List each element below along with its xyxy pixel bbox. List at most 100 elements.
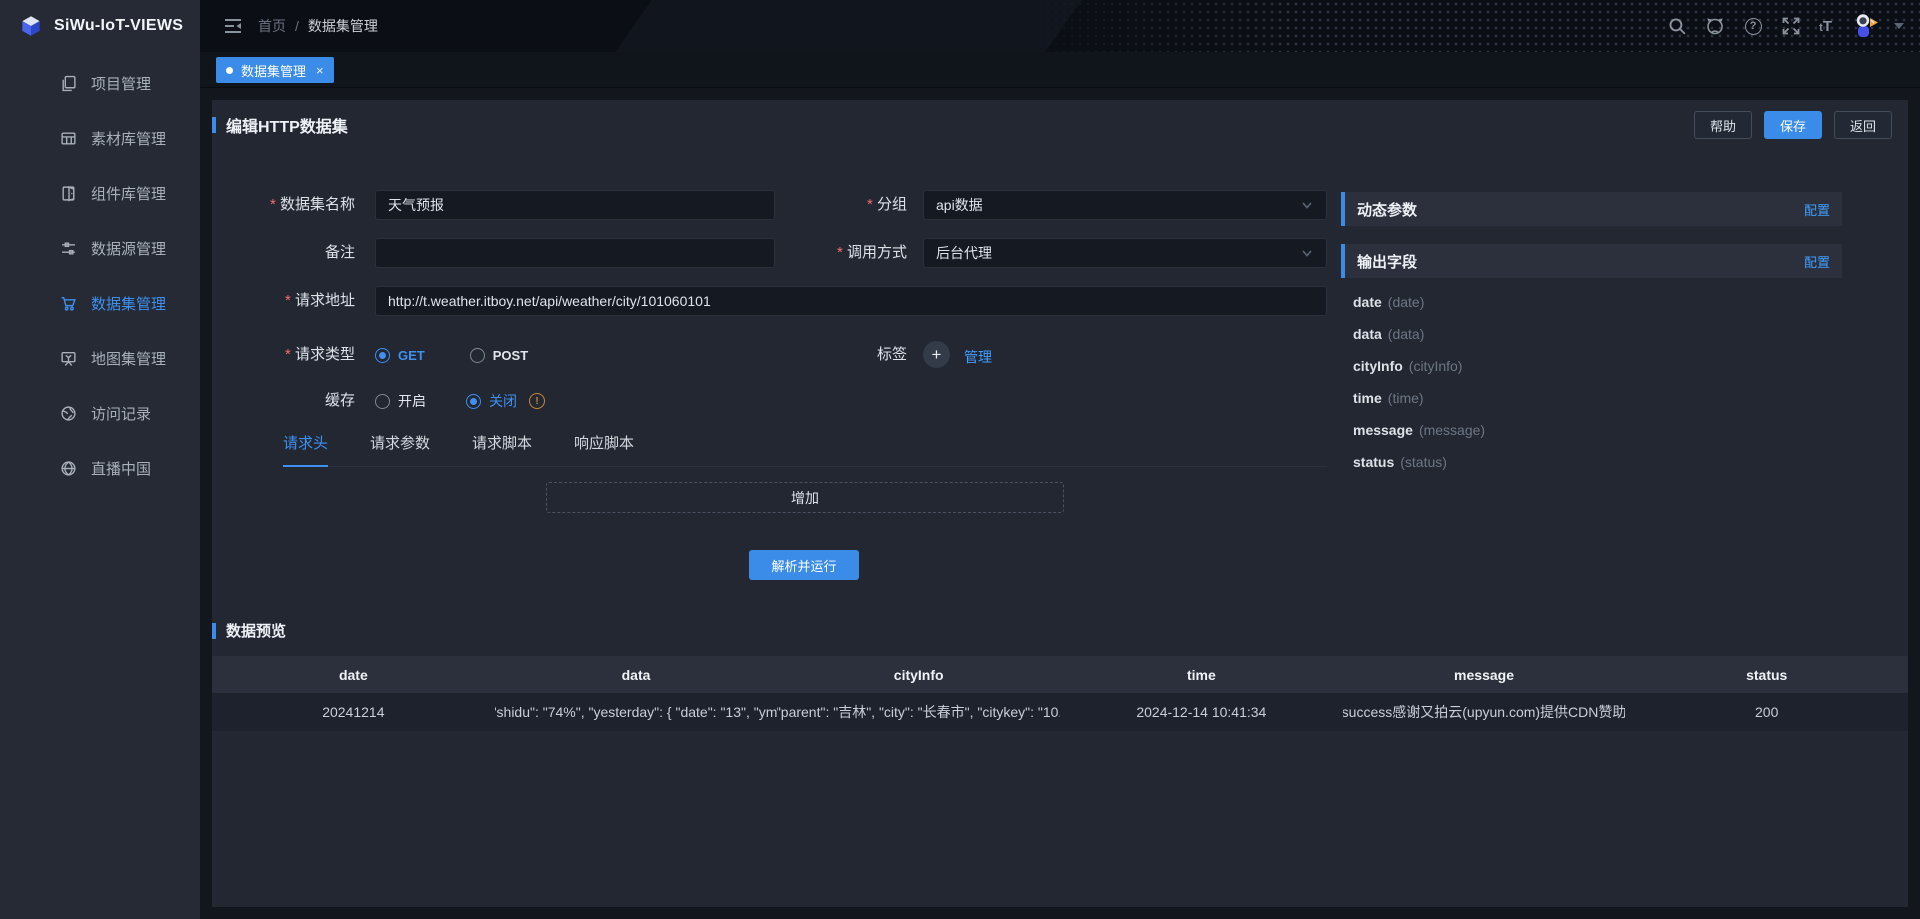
close-icon[interactable]: × [316, 63, 324, 78]
top-header: 首页 / 数据集管理 ? tT [200, 0, 1920, 52]
app-title: SiWu-IoT-VIEWS [54, 17, 183, 35]
configure-dynamic-params-link[interactable]: 配置 [1804, 200, 1830, 219]
radio-get-label[interactable]: GET [398, 348, 425, 363]
header-toolbar: ? tT [1667, 0, 1904, 52]
breadcrumb-home[interactable]: 首页 [258, 16, 286, 36]
panel-title-row: 编辑HTTP数据集 帮助 保存 返回 [212, 110, 1892, 140]
page-tabbar: 数据集管理 × [200, 52, 1920, 88]
cell-status: 200 [1625, 693, 1908, 731]
sidebar-item-component[interactable]: 组件库管理 [0, 166, 200, 221]
save-button[interactable]: 保存 [1764, 111, 1822, 139]
sidebar-menu: 项目管理 素材库管理 组件库管理 数据源管理 数据集管理 地图集管理 [0, 52, 200, 496]
tab-request-script[interactable]: 请求脚本 [472, 432, 532, 467]
atlas-icon [60, 350, 77, 367]
table-row: 20241214 { "shidu": "74%", "yesterday": … [212, 693, 1908, 731]
cell-date: 20241214 [212, 693, 495, 731]
column-header: data [495, 656, 778, 693]
radio-cache-on-label[interactable]: 开启 [398, 391, 426, 411]
radio-cache-off[interactable] [466, 394, 481, 409]
panel-actions: 帮助 保存 返回 [1694, 111, 1892, 139]
sidebar-item-live[interactable]: 直播中国 [0, 441, 200, 496]
request-url-label: 请求地址 [212, 286, 355, 316]
radio-post-label[interactable]: POST [493, 348, 528, 363]
sidebar-item-atlas[interactable]: 地图集管理 [0, 331, 200, 386]
dataset-icon [60, 295, 77, 312]
request-type-radio-group: GET POST [375, 340, 528, 370]
edit-http-dataset-panel: 编辑HTTP数据集 帮助 保存 返回 数据集名称 分组 api数据 备注 调用方… [212, 100, 1908, 907]
menu-fold-icon[interactable] [222, 15, 244, 37]
remark-label: 备注 [212, 238, 355, 268]
invoke-method-label: 调用方式 [752, 238, 907, 268]
tab-request-headers[interactable]: 请求头 [283, 432, 328, 467]
font-size-icon[interactable]: tT [1819, 18, 1832, 35]
chevron-down-icon [1300, 198, 1314, 212]
output-field-row: time (time) [1353, 382, 1833, 414]
configure-output-fields-link[interactable]: 配置 [1804, 252, 1830, 271]
search-icon[interactable] [1667, 16, 1687, 36]
app-logo[interactable]: SiWu-IoT-VIEWS [0, 0, 200, 52]
output-field-row: date (date) [1353, 286, 1833, 318]
remark-input[interactable] [375, 238, 775, 268]
parse-and-run-button[interactable]: 解析并运行 [749, 550, 859, 580]
active-tab-dot-icon [226, 67, 233, 74]
cell-time: 2024-12-14 10:41:34 [1060, 693, 1343, 731]
breadcrumb-current: 数据集管理 [308, 16, 378, 36]
group-select[interactable]: api数据 [923, 190, 1327, 220]
dynamic-params-header: 动态参数 配置 [1341, 192, 1842, 226]
fullscreen-icon[interactable] [1781, 16, 1801, 36]
title-accent-bar [212, 117, 216, 133]
radio-post[interactable] [470, 348, 485, 363]
tab-request-params[interactable]: 请求参数 [370, 432, 430, 467]
sidebar-item-project[interactable]: 项目管理 [0, 56, 200, 111]
request-url-input[interactable] [375, 286, 1327, 316]
cache-label: 缓存 [212, 386, 355, 416]
main-content: 编辑HTTP数据集 帮助 保存 返回 数据集名称 分组 api数据 备注 调用方… [200, 88, 1920, 919]
output-field-row: data (data) [1353, 318, 1833, 350]
cell-data: { "shidu": "74%", "yesterday": { "date":… [495, 693, 778, 731]
cache-warning-icon: ! [529, 393, 545, 409]
data-preview-title-row: 数据预览 [212, 620, 286, 641]
back-button[interactable]: 返回 [1834, 111, 1892, 139]
help-icon[interactable]: ? [1743, 16, 1763, 36]
sidebar: SiWu-IoT-VIEWS 项目管理 素材库管理 组件库管理 数据源管理 数 [0, 0, 200, 919]
visit-globe-icon [60, 405, 77, 422]
tab-dataset-management[interactable]: 数据集管理 × [216, 57, 334, 83]
caret-down-icon[interactable] [1894, 23, 1904, 29]
manage-tags-link[interactable]: 管理 [964, 347, 992, 367]
sidebar-item-dataset[interactable]: 数据集管理 [0, 276, 200, 331]
output-field-row: cityInfo (cityInfo) [1353, 350, 1833, 382]
tab-response-script[interactable]: 响应脚本 [574, 432, 634, 467]
column-header: time [1060, 656, 1343, 693]
header-deco-band [598, 0, 1091, 52]
column-header: message [1343, 656, 1626, 693]
request-type-label: 请求类型 [212, 340, 355, 370]
section-accent-bar [1341, 192, 1345, 226]
output-fields-header: 输出字段 配置 [1341, 244, 1842, 278]
github-icon[interactable] [1705, 16, 1725, 36]
add-header-button[interactable]: 增加 [546, 482, 1064, 513]
invoke-method-select[interactable]: 后台代理 [923, 238, 1327, 268]
cube-logo-icon [18, 13, 44, 39]
help-button[interactable]: 帮助 [1694, 111, 1752, 139]
project-icon [60, 75, 77, 92]
section-accent-bar [1341, 244, 1345, 278]
avatar[interactable] [1850, 11, 1880, 41]
request-tabs: 请求头 请求参数 请求脚本 响应脚本 [283, 432, 1327, 467]
add-tag-button[interactable]: + [923, 341, 950, 368]
sidebar-item-datasource[interactable]: 数据源管理 [0, 221, 200, 276]
cell-cityinfo: { "parent": "吉林", "city": "长春市", "cityke… [777, 693, 1060, 731]
radio-cache-off-label[interactable]: 关闭 [489, 391, 517, 411]
radio-cache-on[interactable] [375, 394, 390, 409]
cache-radio-group: 开启 关闭 ! [375, 386, 545, 416]
sidebar-item-material[interactable]: 素材库管理 [0, 111, 200, 166]
radio-get[interactable] [375, 348, 390, 363]
output-field-row: message (message) [1353, 414, 1833, 446]
breadcrumb: 首页 / 数据集管理 [258, 0, 378, 52]
sidebar-item-visits[interactable]: 访问记录 [0, 386, 200, 441]
data-preview-title: 数据预览 [226, 620, 286, 641]
cell-message: success感谢又拍云(upyun.com)提供CDN赞助 [1343, 693, 1626, 731]
dataset-name-input[interactable] [375, 190, 775, 220]
preview-table-header: date data cityInfo time message status [212, 656, 1908, 693]
live-globe-icon [60, 460, 77, 477]
material-icon [60, 130, 77, 147]
